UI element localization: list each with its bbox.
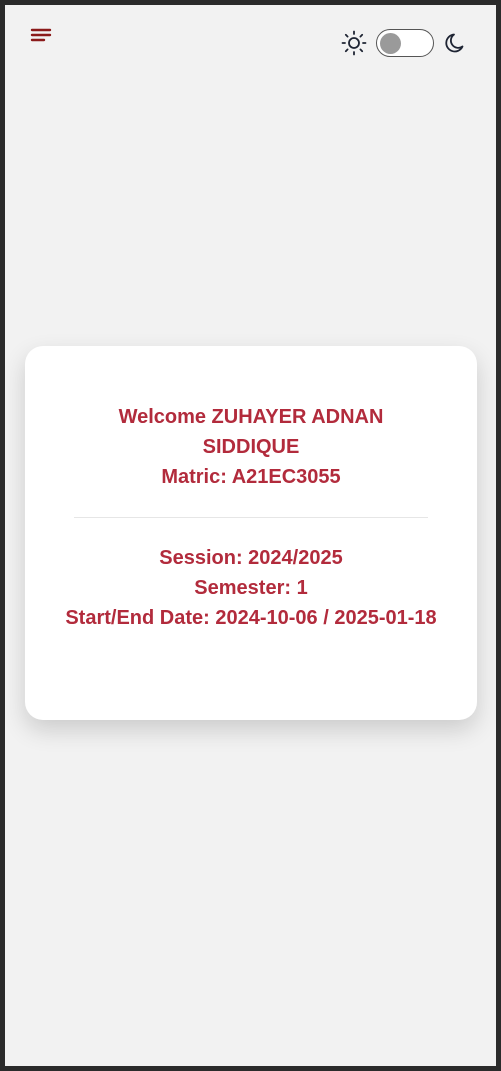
app-screen: Welcome ZUHAYER ADNAN SIDDIQUE Matric: A… [5,5,496,1066]
moon-icon [442,29,470,57]
sun-icon [340,29,368,57]
theme-toggle [340,27,470,59]
session-text: Session: 2024/2025 [159,547,343,569]
semester-text: Semester: 1 [194,577,308,599]
welcome-section: Welcome ZUHAYER ADNAN SIDDIQUE Matric: A… [25,402,477,492]
menu-button[interactable] [29,25,53,49]
matric-text: Matric: A21EC3055 [161,466,341,488]
switch-knob [380,33,401,54]
session-section: Session: 2024/2025 Semester: 1 Start/End… [25,543,477,633]
divider [74,517,428,518]
dates-text: Start/End Date: 2024-10-06 / 2025-01-18 [65,607,437,629]
theme-switch[interactable] [376,29,434,57]
student-info-card: Welcome ZUHAYER ADNAN SIDDIQUE Matric: A… [25,346,477,720]
welcome-text: Welcome ZUHAYER ADNAN SIDDIQUE [118,406,384,458]
menu-icon [30,28,52,42]
